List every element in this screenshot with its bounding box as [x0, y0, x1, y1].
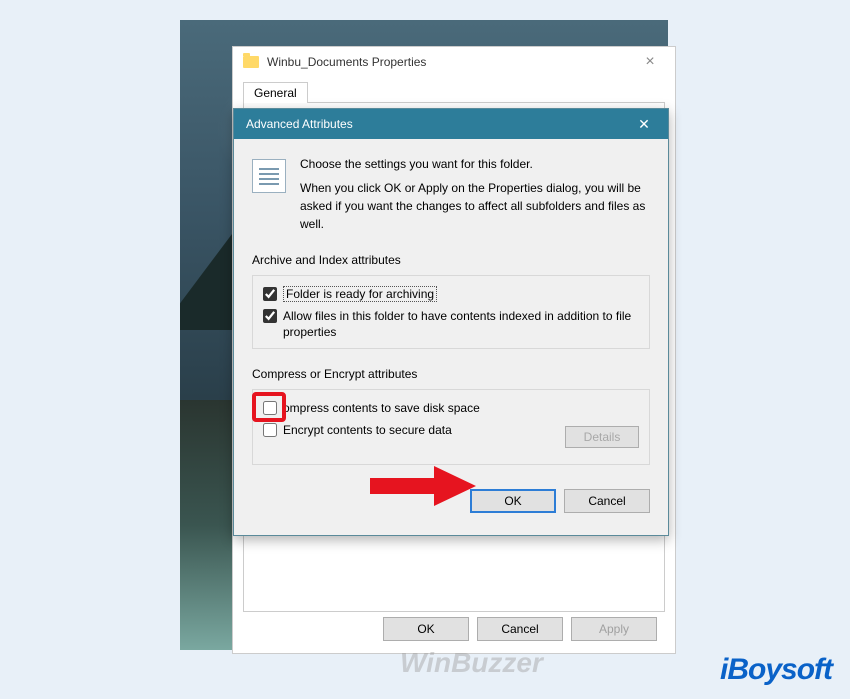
properties-ok-button[interactable]: OK	[383, 617, 469, 641]
advanced-attributes-dialog: Advanced Attributes ✕ Choose the setting…	[233, 108, 669, 536]
properties-tabs: General	[233, 81, 675, 102]
ok-button[interactable]: OK	[470, 489, 556, 513]
details-button: Details	[565, 426, 639, 448]
advanced-title: Advanced Attributes	[246, 117, 353, 131]
compress-checkbox[interactable]	[263, 401, 277, 415]
encrypt-checkbox[interactable]	[263, 423, 277, 437]
compress-section: ompress contents to save disk space Encr…	[252, 389, 650, 465]
properties-apply-button: Apply	[571, 617, 657, 641]
tab-general[interactable]: General	[243, 82, 308, 103]
watermark-iboysoft: iBoysoft	[720, 653, 832, 687]
properties-cancel-button[interactable]: Cancel	[477, 617, 563, 641]
archive-section: Folder is ready for archiving Allow file…	[252, 275, 650, 349]
properties-titlebar[interactable]: Winbu_Documents Properties ×	[233, 47, 675, 77]
archive-section-label: Archive and Index attributes	[252, 253, 650, 267]
folder-icon	[243, 56, 259, 68]
close-icon[interactable]: ×	[635, 53, 665, 71]
advanced-titlebar[interactable]: Advanced Attributes ✕	[234, 109, 668, 139]
intro-line-2: When you click OK or Apply on the Proper…	[300, 179, 650, 233]
document-icon	[252, 159, 286, 193]
index-checkbox[interactable]	[263, 309, 277, 323]
close-icon[interactable]: ✕	[632, 116, 656, 133]
cancel-button[interactable]: Cancel	[564, 489, 650, 513]
properties-title: Winbu_Documents Properties	[267, 55, 426, 69]
compress-section-label: Compress or Encrypt attributes	[252, 367, 650, 381]
index-label: Allow files in this folder to have conte…	[283, 308, 639, 340]
compress-label: ompress contents to save disk space	[283, 400, 639, 416]
watermark-winbuzzer: WinBuzzer	[400, 647, 543, 679]
intro-line-1: Choose the settings you want for this fo…	[300, 155, 650, 173]
archive-label: Folder is ready for archiving	[283, 286, 437, 302]
archive-checkbox[interactable]	[263, 287, 277, 301]
